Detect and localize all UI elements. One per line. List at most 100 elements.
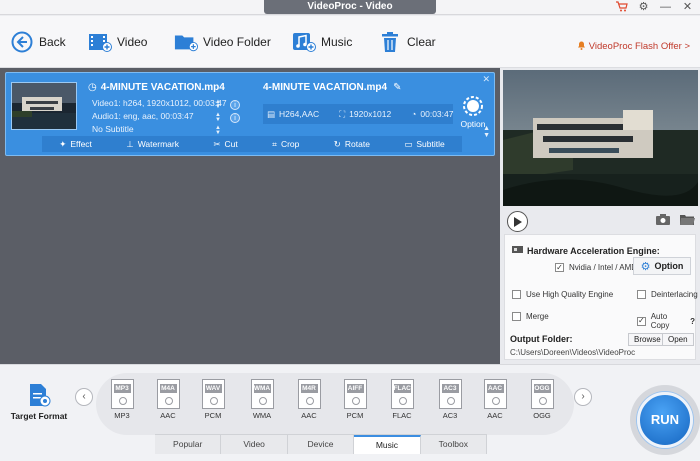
checkbox-checked-icon: ✓ xyxy=(555,262,564,272)
checkbox-unchecked-icon xyxy=(512,312,521,321)
media-item-card[interactable]: ◷ 4-MINUTE VACATION.mp4 Video1: h264, 19… xyxy=(5,72,495,156)
format-label: PCM xyxy=(204,411,222,420)
audio-file-icon: AC3 xyxy=(438,379,462,409)
crop-button[interactable]: ⌗ Crop xyxy=(272,139,299,150)
run-button[interactable]: RUN xyxy=(637,392,693,448)
edit-toolbar: ✦ Effect ⊥ Watermark ✂ Cut ⌗ Crop ↻ Rotate ▭ S… xyxy=(42,136,462,152)
cart-icon[interactable] xyxy=(615,1,628,13)
tab-toolbox[interactable]: Toolbox xyxy=(421,435,488,454)
timer-icon: ◔ xyxy=(411,109,417,119)
format-next-icon[interactable]: › xyxy=(574,388,592,406)
disc-icon xyxy=(258,397,267,405)
snapshot-camera-icon[interactable] xyxy=(656,214,670,228)
clear-button[interactable]: Clear xyxy=(378,29,436,55)
help-icon[interactable]: ? xyxy=(690,317,695,326)
subtitle-select[interactable]: No Subtitle xyxy=(92,123,227,136)
target-format-icon xyxy=(29,383,51,407)
disc-icon xyxy=(118,397,127,405)
format-label: AAC xyxy=(487,411,503,420)
audio-file-icon: M4R xyxy=(297,379,321,409)
disc-icon xyxy=(305,397,314,405)
audio-info-icon[interactable]: i xyxy=(230,113,240,123)
add-music-button[interactable]: Music xyxy=(292,29,352,55)
video-track-select[interactable]: Video1: h264, 1920x1012, 00:03:47 xyxy=(92,97,227,110)
format-tile[interactable]: FLAC FLAC xyxy=(388,379,416,420)
tab-popular[interactable]: Popular xyxy=(155,435,222,454)
checkbox-checked-icon: ✓ xyxy=(637,316,646,326)
format-badge: M4A xyxy=(159,384,177,393)
music-label: Music xyxy=(321,35,353,49)
disc-icon xyxy=(351,397,360,405)
audio-track-select[interactable]: Audio1: eng, aac, 00:03:47 xyxy=(92,110,227,123)
subtitle-spinner-icon[interactable]: ▲ ▼ xyxy=(215,125,221,136)
format-tile[interactable]: WAV PCM xyxy=(199,379,227,420)
minimize-icon[interactable]: — xyxy=(659,1,672,13)
high-quality-checkbox[interactable]: Use High Quality Engine xyxy=(512,290,613,299)
hw-vendor-checkbox[interactable]: ✓ Nvidia / Intel / AMD xyxy=(555,263,637,272)
back-button[interactable]: Back xyxy=(10,29,66,55)
back-arrow-icon xyxy=(10,30,34,54)
format-label: AAC xyxy=(160,411,176,420)
format-badge: WAV xyxy=(204,384,222,393)
subtitle-button[interactable]: ▭ Subtitle xyxy=(404,139,444,150)
format-tile[interactable]: WMA WMA xyxy=(248,379,276,420)
deinterlacing-checkbox[interactable]: Deinterlacing xyxy=(637,290,698,299)
format-badge: WMA xyxy=(253,384,271,393)
video-info-icon[interactable]: i xyxy=(230,100,240,110)
format-tile[interactable]: OGG OGG xyxy=(528,379,556,420)
stamp-icon: ⊥ xyxy=(126,138,134,149)
format-badge: FLAC xyxy=(393,384,411,393)
close-icon[interactable]: ✕ xyxy=(681,1,694,13)
open-button[interactable]: Open xyxy=(662,333,694,346)
format-tile[interactable]: M4R AAC xyxy=(295,379,323,420)
settings-gear-icon[interactable]: ⚙ xyxy=(637,1,650,13)
subtitle-icon: ▭ xyxy=(404,138,413,149)
auto-copy-checkbox[interactable]: ✓ Auto Copy ? xyxy=(637,312,695,330)
cut-button[interactable]: ✂ Cut xyxy=(213,139,237,150)
format-badge: OGG xyxy=(533,384,551,393)
format-tile[interactable]: AAC AAC xyxy=(481,379,509,420)
edit-pencil-icon[interactable]: ✎ xyxy=(393,82,401,93)
audio-track-spinner-icon[interactable]: ▲ ▼ xyxy=(215,112,221,123)
merge-checkbox[interactable]: Merge xyxy=(512,312,549,321)
watermark-button[interactable]: ⊥ Watermark xyxy=(126,139,179,150)
format-label: PCM xyxy=(346,411,364,420)
rotate-button[interactable]: ↻ Rotate xyxy=(334,139,370,150)
file-list-panel: ◷ 4-MINUTE VACATION.mp4 Video1: h264, 19… xyxy=(0,68,500,364)
format-tile[interactable]: AIFF PCM xyxy=(341,379,369,420)
tab-video[interactable]: Video xyxy=(221,435,288,454)
output-folder-path[interactable]: C:\Users\Doreen\Videos\VideoProc xyxy=(510,348,635,357)
format-prev-icon[interactable]: ‹ xyxy=(75,388,93,406)
wand-icon: ✦ xyxy=(59,138,67,149)
music-add-icon xyxy=(292,30,316,54)
audio-file-icon: MP3 xyxy=(110,379,134,409)
play-icon xyxy=(514,216,522,227)
clear-label: Clear xyxy=(407,35,436,49)
open-folder-icon[interactable] xyxy=(680,214,695,228)
hw-option-button[interactable]: ⚙ Option xyxy=(633,257,691,275)
effect-button[interactable]: ✦ Effect xyxy=(59,139,92,150)
codec-option-button[interactable]: Option xyxy=(459,95,487,129)
film-add-icon xyxy=(88,30,112,54)
format-label: WMA xyxy=(252,411,272,420)
format-tile[interactable]: AC3 AC3 xyxy=(436,379,464,420)
video-track-spinner-icon[interactable]: ▲ ▼ xyxy=(215,99,221,110)
tab-device[interactable]: Device xyxy=(288,435,355,454)
add-video-button[interactable]: Video xyxy=(88,29,147,55)
tab-music[interactable]: Music xyxy=(354,435,421,454)
back-label: Back xyxy=(39,35,66,49)
format-tile[interactable]: M4A AAC xyxy=(154,379,182,420)
play-button[interactable] xyxy=(507,211,528,232)
format-label: AAC xyxy=(301,411,317,420)
codec-gear-icon xyxy=(463,96,483,116)
preview-controls xyxy=(500,208,700,234)
add-video-folder-button[interactable]: Video Folder xyxy=(174,29,271,55)
format-label: MP3 xyxy=(114,411,130,420)
reorder-arrows-icon[interactable]: ▲ ▼ xyxy=(483,125,490,139)
remove-item-icon[interactable]: ✕ xyxy=(482,74,490,85)
flash-offer-link[interactable]: VideoProc Flash Offer > xyxy=(577,40,690,53)
target-format-button[interactable]: Target Format xyxy=(10,383,68,421)
format-tile[interactable]: MP3 MP3 xyxy=(108,379,136,420)
browse-button[interactable]: Browse xyxy=(628,333,667,346)
audio-file-icon: WAV xyxy=(201,379,225,409)
